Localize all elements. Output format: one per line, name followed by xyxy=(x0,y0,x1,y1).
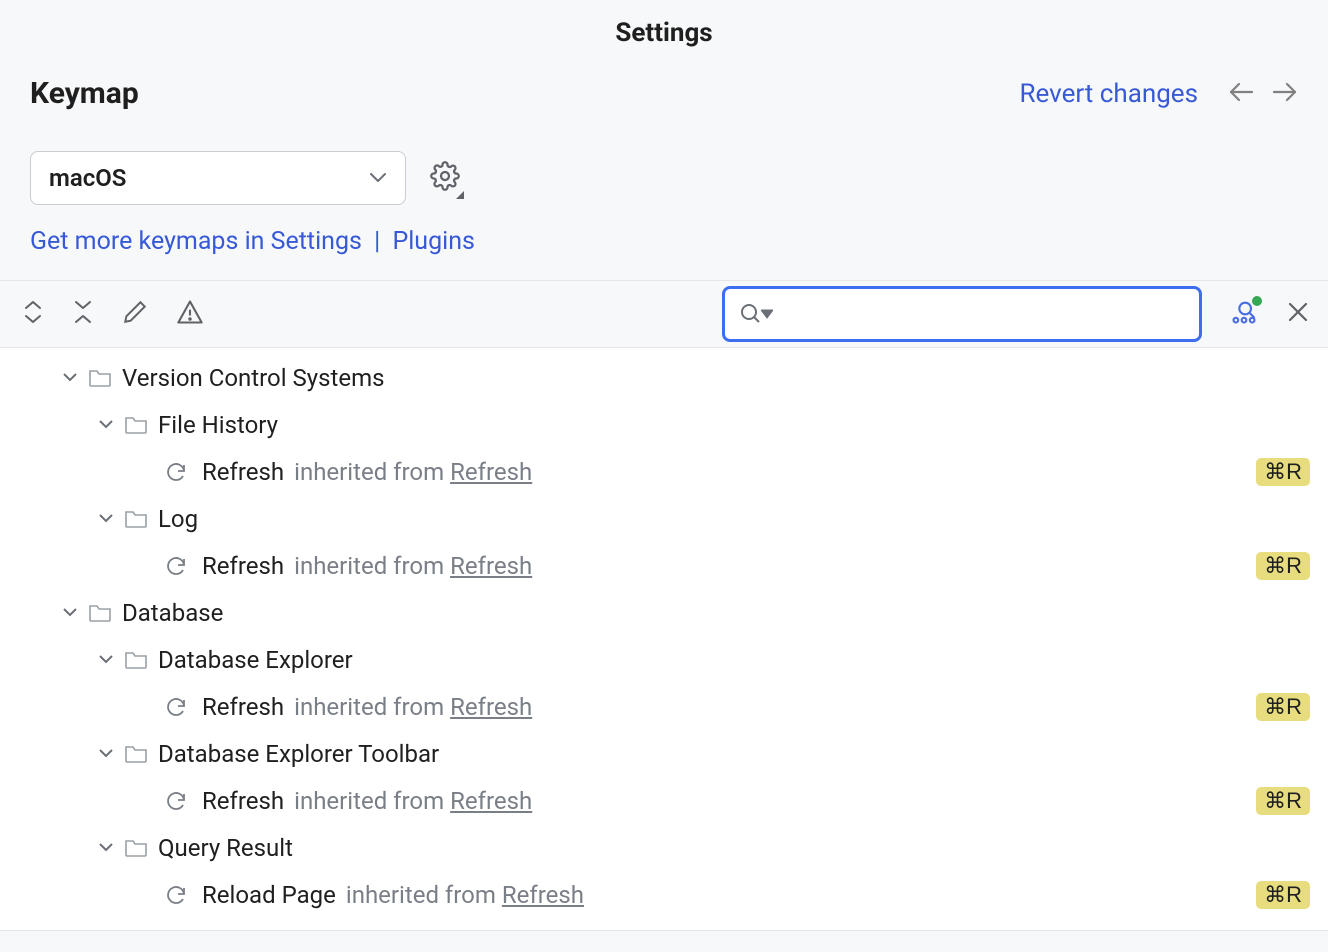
tree-folder-database-explorer-toolbar[interactable]: Database Explorer Toolbar xyxy=(0,730,1328,777)
settings-title: Settings xyxy=(615,18,712,48)
clear-search-button[interactable] xyxy=(1286,300,1310,328)
shortcut-badge: ⌘R xyxy=(1256,693,1310,721)
chevron-down-icon xyxy=(92,842,120,854)
folder-icon xyxy=(120,838,152,858)
nav-back-icon[interactable] xyxy=(1228,81,1254,107)
tree-action-label: Refresh xyxy=(202,552,284,580)
tree-action-label: Reload Page xyxy=(202,881,336,909)
indicator-dot-icon xyxy=(1252,296,1262,306)
tree-action-row[interactable]: Refresh inherited from Refresh ⌘R xyxy=(0,448,1328,495)
chevron-down-icon xyxy=(92,748,120,760)
tree-action-label: Refresh xyxy=(202,787,284,815)
collapse-all-button[interactable] xyxy=(72,299,94,329)
inherited-from-link[interactable]: Refresh xyxy=(450,458,532,486)
tree-action-row[interactable]: Refresh inherited from Refresh ⌘R xyxy=(0,683,1328,730)
tree-action-row[interactable]: Refresh inherited from Refresh ⌘R xyxy=(0,542,1328,589)
folder-icon xyxy=(120,744,152,764)
inherited-from-link[interactable]: Refresh xyxy=(450,552,532,580)
folder-icon xyxy=(120,650,152,670)
inherited-from-link[interactable]: Refresh xyxy=(450,693,532,721)
chevron-down-icon xyxy=(56,607,84,619)
search-icon xyxy=(739,302,763,326)
folder-icon xyxy=(84,603,116,623)
refresh-icon xyxy=(160,883,192,907)
chevron-down-icon xyxy=(56,372,84,384)
tree-action-row[interactable]: Refresh inherited from Refresh ⌘R xyxy=(0,777,1328,824)
tree-folder-file-history[interactable]: File History xyxy=(0,401,1328,448)
tree-folder-log[interactable]: Log xyxy=(0,495,1328,542)
chevron-down-icon xyxy=(92,513,120,525)
gear-icon xyxy=(430,161,460,191)
search-input-container[interactable] xyxy=(722,286,1202,342)
refresh-icon xyxy=(160,460,192,484)
tree-action-label: Refresh xyxy=(202,693,284,721)
tree-action-row[interactable]: Reload Page inherited from Refresh ⌘R xyxy=(0,871,1328,918)
inherited-from-link[interactable]: Refresh xyxy=(450,787,532,815)
tree-folder-database-explorer[interactable]: Database Explorer xyxy=(0,636,1328,683)
keymap-settings-gear-button[interactable] xyxy=(430,161,460,195)
tree-folder-label: File History xyxy=(158,411,278,439)
plugins-link[interactable]: Plugins xyxy=(392,227,474,256)
refresh-icon xyxy=(160,695,192,719)
revert-changes-link[interactable]: Revert changes xyxy=(1020,79,1199,109)
show-conflicts-button[interactable] xyxy=(176,299,204,329)
shortcut-badge: ⌘R xyxy=(1256,552,1310,580)
page-heading: Keymap xyxy=(30,76,139,111)
search-input[interactable] xyxy=(781,301,1185,327)
tree-folder-label: Log xyxy=(158,505,198,533)
inherited-from-link[interactable]: Refresh xyxy=(502,881,584,909)
find-by-shortcut-button[interactable] xyxy=(1230,298,1258,330)
refresh-icon xyxy=(160,554,192,578)
tree-folder-vcs[interactable]: Version Control Systems xyxy=(0,354,1328,401)
keymap-select[interactable]: macOS xyxy=(30,151,406,205)
shortcut-badge: ⌘R xyxy=(1256,458,1310,486)
tree-folder-label: Database Explorer Toolbar xyxy=(158,740,439,768)
chevron-down-icon xyxy=(92,419,120,431)
folder-icon xyxy=(120,509,152,529)
tree-action-label: Refresh xyxy=(202,458,284,486)
folder-icon xyxy=(120,415,152,435)
shortcut-badge: ⌘R xyxy=(1256,881,1310,909)
tree-folder-query-result[interactable]: Query Result xyxy=(0,824,1328,871)
edit-shortcut-button[interactable] xyxy=(122,299,148,329)
get-more-keymaps-link[interactable]: Get more keymaps in Settings xyxy=(30,227,362,256)
chevron-down-icon xyxy=(92,654,120,666)
tree-folder-database[interactable]: Database xyxy=(0,589,1328,636)
nav-forward-icon[interactable] xyxy=(1272,81,1298,107)
tree-folder-label: Query Result xyxy=(158,834,293,862)
chevron-down-icon xyxy=(369,172,387,184)
tree-folder-label: Version Control Systems xyxy=(122,364,385,392)
keymap-selected-value: macOS xyxy=(49,164,126,192)
folder-icon xyxy=(84,368,116,388)
refresh-icon xyxy=(160,789,192,813)
expand-all-button[interactable] xyxy=(22,299,44,329)
keymap-tree: Version Control Systems File History Ref… xyxy=(0,348,1328,931)
shortcut-badge: ⌘R xyxy=(1256,787,1310,815)
close-icon xyxy=(1286,300,1310,324)
search-options-triangle-icon[interactable] xyxy=(761,308,773,320)
tree-folder-label: Database xyxy=(122,599,223,627)
dropdown-triangle-icon xyxy=(456,191,464,199)
tree-folder-label: Database Explorer xyxy=(158,646,353,674)
